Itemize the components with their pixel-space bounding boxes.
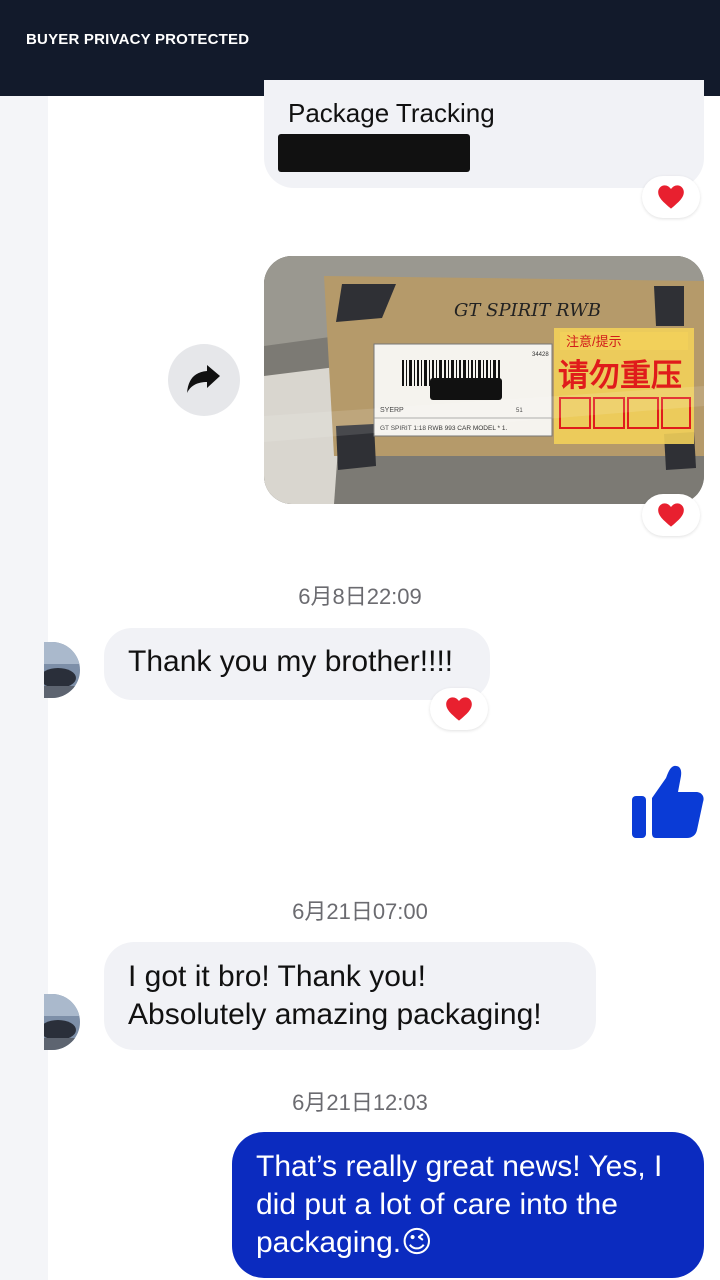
heart-icon xyxy=(658,503,684,527)
banner-text: BUYER PRIVACY PROTECTED xyxy=(26,31,250,48)
outgoing-message-body: That’s really great news! Yes, I did put… xyxy=(256,1150,663,1259)
package-photo[interactable]: GT SPIRIT RWB 34428 SYERP 51 GT SPIRIT 1… xyxy=(264,256,704,504)
timestamp: 6月21日12:03 xyxy=(292,1090,428,1115)
timestamp: 6月8日22:09 xyxy=(298,584,422,609)
thumbs-up-icon[interactable] xyxy=(630,764,706,840)
incoming-message-line-2: Absolutely amazing packaging! xyxy=(128,998,542,1031)
heart-icon xyxy=(446,697,472,721)
heart-reaction[interactable] xyxy=(430,688,488,730)
heart-reaction[interactable] xyxy=(642,494,700,536)
package-photo-illustration: GT SPIRIT RWB 34428 SYERP 51 GT SPIRIT 1… xyxy=(264,256,704,504)
wink-emoji: 😉 xyxy=(401,1226,433,1259)
heart-reaction[interactable] xyxy=(642,176,700,218)
contact-avatar[interactable] xyxy=(44,642,80,698)
heart-icon xyxy=(658,185,684,209)
incoming-message-line-1: I got it bro! Thank you! xyxy=(128,960,426,993)
redacted-tracking-number xyxy=(278,134,470,172)
share-arrow-icon xyxy=(187,365,220,393)
sticker-main-text: 请勿重压 xyxy=(558,358,682,393)
label-code: 34428 xyxy=(532,352,549,358)
sticker-top-text: 注意/提示 xyxy=(566,334,622,349)
package-tracking-title: Package Tracking xyxy=(288,98,495,128)
outgoing-message-text: That’s really great news! Yes, I did put… xyxy=(256,1148,696,1262)
redacted-barcode-number xyxy=(430,378,502,400)
incoming-message-text: Thank you my brother!!!! xyxy=(128,645,454,678)
timestamp: 6月21日07:00 xyxy=(292,899,428,924)
photo-handwriting: GT SPIRIT RWB xyxy=(454,300,601,321)
contact-avatar[interactable] xyxy=(44,994,80,1050)
forward-button[interactable] xyxy=(168,344,240,416)
